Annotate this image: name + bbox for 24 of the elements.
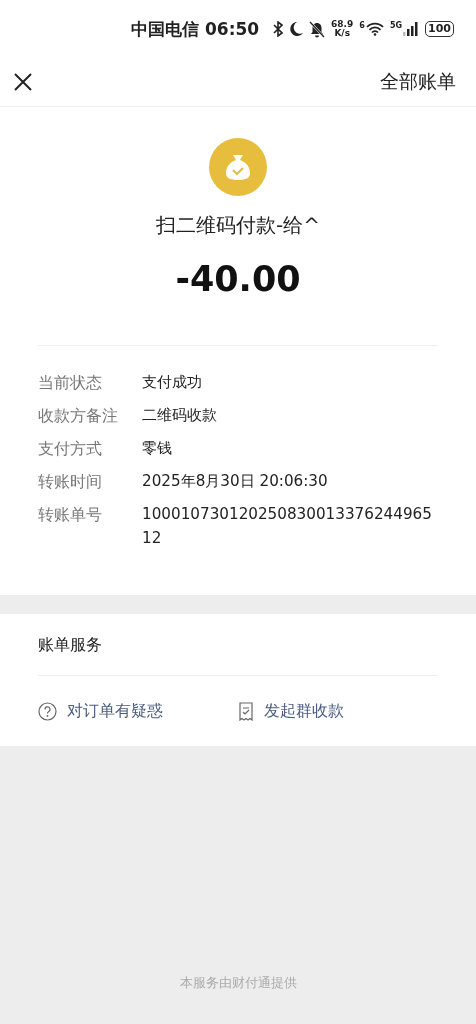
section-title: 账单服务 xyxy=(38,614,438,676)
detail-value: 支付成功 xyxy=(142,372,203,393)
detail-label: 转账时间 xyxy=(38,471,103,493)
detail-value: 零钱 xyxy=(142,438,173,459)
speed-unit: K/s xyxy=(334,29,350,38)
network-type: 5G xyxy=(389,20,403,30)
detail-label: 转账单号 xyxy=(38,504,103,526)
detail-value: 二维码收款 xyxy=(142,405,218,426)
detail-label: 当前状态 xyxy=(38,372,103,394)
detail-value: 10001073012025083001337624496512 xyxy=(142,504,433,549)
speed-value: 68.9 xyxy=(331,20,354,29)
carrier-name: 中国电信 xyxy=(130,17,199,41)
all-bills-link[interactable]: 全部账单 xyxy=(380,69,456,95)
clock-time: 06:50 xyxy=(204,19,260,39)
detail-label: 收款方备注 xyxy=(38,405,119,427)
payment-amount: -40.00 xyxy=(175,259,301,299)
bill-title: 扫二维码付款-给^ xyxy=(156,212,320,239)
detail-label: 支付方式 xyxy=(38,438,103,460)
battery-level: 100 xyxy=(425,21,454,37)
group-collect-link[interactable]: 发起群收款 xyxy=(238,700,438,722)
order-question-link[interactable]: 对订单有疑惑 xyxy=(38,700,238,722)
wifi-tag: 6 xyxy=(359,20,365,30)
detail-value: 2025年8月30日 20:06:30 xyxy=(142,471,329,492)
provider-note: 本服务由财付通提供 xyxy=(179,974,297,992)
